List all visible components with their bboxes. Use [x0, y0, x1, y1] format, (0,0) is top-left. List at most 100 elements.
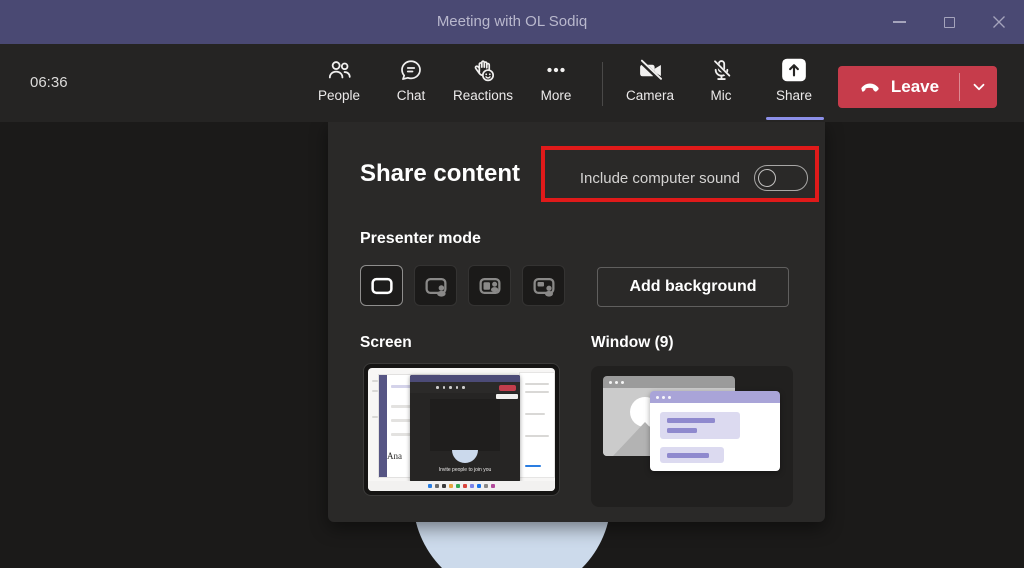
decoration — [455, 386, 458, 389]
decoration — [463, 484, 467, 488]
decoration — [477, 484, 481, 488]
decoration — [442, 386, 445, 389]
mini-taskbar — [368, 481, 555, 491]
screen-share-thumbnail[interactable]: Ana Invite people to join you — [363, 363, 560, 496]
share-label: Share — [775, 88, 813, 103]
include-sound-row: Include computer sound — [548, 164, 808, 192]
title-bar: Meeting with OL Sodiq — [0, 0, 1024, 44]
leave-button[interactable]: Leave — [838, 66, 959, 108]
mic-label: Mic — [710, 88, 732, 103]
leave-button-group: Leave — [838, 66, 997, 108]
decoration — [525, 413, 545, 415]
leave-options-button[interactable] — [960, 66, 997, 108]
more-icon — [543, 56, 569, 84]
decoration — [456, 484, 460, 488]
reactions-icon — [470, 56, 497, 84]
people-button[interactable]: People — [303, 56, 375, 116]
decoration — [525, 383, 549, 385]
decoration — [525, 391, 549, 393]
reactions-button[interactable]: Reactions — [447, 56, 519, 116]
decoration — [662, 395, 665, 399]
meeting-timer: 06:36 — [30, 74, 68, 91]
content-only-icon — [370, 277, 393, 294]
close-button[interactable] — [974, 0, 1024, 44]
mode-reporter-button[interactable] — [522, 265, 565, 306]
decoration — [470, 484, 474, 488]
reporter-icon — [533, 277, 554, 297]
screen-section-label: Screen — [360, 334, 412, 351]
mini-background-doc — [519, 372, 555, 478]
mode-standout-button[interactable] — [414, 265, 457, 306]
decoration — [491, 484, 495, 488]
mini-stage — [430, 399, 500, 451]
side-by-side-icon — [479, 277, 500, 294]
standout-icon — [425, 277, 446, 297]
decoration — [667, 418, 715, 423]
decoration — [442, 484, 446, 488]
presenter-mode-row — [360, 265, 565, 306]
mode-content-only-button[interactable] — [360, 265, 403, 306]
hangup-icon — [861, 83, 879, 92]
decoration — [449, 386, 452, 389]
placeholder-content-body — [650, 403, 780, 471]
toolbar-divider — [602, 62, 603, 106]
decoration — [667, 428, 697, 433]
people-label: People — [317, 88, 361, 103]
leave-label: Leave — [890, 77, 940, 96]
share-content-panel: Share content Include computer sound Pre… — [328, 122, 825, 522]
mini-desktop: Ana Invite people to join you — [368, 368, 555, 491]
chevron-down-icon — [973, 83, 984, 91]
panel-heading: Share content — [360, 160, 521, 187]
chat-label: Chat — [396, 88, 426, 103]
decoration — [609, 380, 612, 384]
add-background-button[interactable]: Add background — [597, 267, 789, 307]
maximize-button[interactable] — [924, 0, 974, 44]
mode-side-by-side-button[interactable] — [468, 265, 511, 306]
mini-avatar — [452, 450, 478, 463]
camera-off-icon — [636, 56, 665, 84]
include-sound-label: Include computer sound — [579, 169, 740, 187]
mini-document-text: Ana — [387, 451, 402, 461]
window-title: Meeting with OL Sodiq — [436, 13, 588, 30]
decoration — [615, 380, 618, 384]
include-sound-toggle[interactable] — [754, 165, 808, 191]
mic-button[interactable]: Mic — [685, 56, 757, 116]
decoration — [525, 465, 541, 467]
meeting-toolbar: 06:36 People Chat Reactions More Camera … — [0, 44, 1024, 122]
camera-button[interactable]: Camera — [614, 56, 686, 116]
reactions-label: Reactions — [452, 88, 514, 103]
mini-teams-window: Invite people to join you — [410, 375, 520, 482]
window-controls — [874, 0, 1024, 44]
mini-caption: Invite people to join you — [438, 467, 492, 473]
camera-label: Camera — [625, 88, 674, 103]
decoration — [668, 395, 671, 399]
share-active-indicator — [766, 117, 824, 120]
mini-app-sidebar — [379, 375, 387, 477]
chat-button[interactable]: Chat — [375, 56, 447, 116]
mini-leave-button — [499, 385, 516, 391]
chat-icon — [398, 56, 424, 84]
close-icon — [993, 16, 1005, 28]
meeting-stage: Share content Include computer sound Pre… — [0, 122, 1024, 568]
decoration — [656, 395, 659, 399]
decoration — [435, 484, 439, 488]
teams-meeting-window: Meeting with OL Sodiq 06:36 People Chat … — [0, 0, 1024, 568]
window-share-thumbnail[interactable] — [591, 366, 793, 507]
presenter-mode-label: Presenter mode — [360, 230, 481, 247]
minimize-icon — [892, 21, 906, 23]
mic-off-icon — [708, 56, 735, 84]
toggle-knob — [758, 168, 776, 187]
share-button[interactable]: Share — [758, 56, 830, 116]
minimize-button[interactable] — [874, 0, 924, 44]
more-button[interactable]: More — [520, 56, 592, 116]
decoration — [525, 435, 549, 437]
placeholder-card — [660, 412, 740, 439]
window-section-label: Window (9) — [591, 334, 674, 351]
maximize-icon — [943, 16, 955, 28]
placeholder-window-front — [650, 391, 780, 471]
decoration — [667, 452, 709, 458]
decoration — [428, 484, 432, 488]
placeholder-card — [660, 447, 724, 463]
placeholder-titlebar — [603, 376, 735, 388]
decoration — [484, 484, 488, 488]
